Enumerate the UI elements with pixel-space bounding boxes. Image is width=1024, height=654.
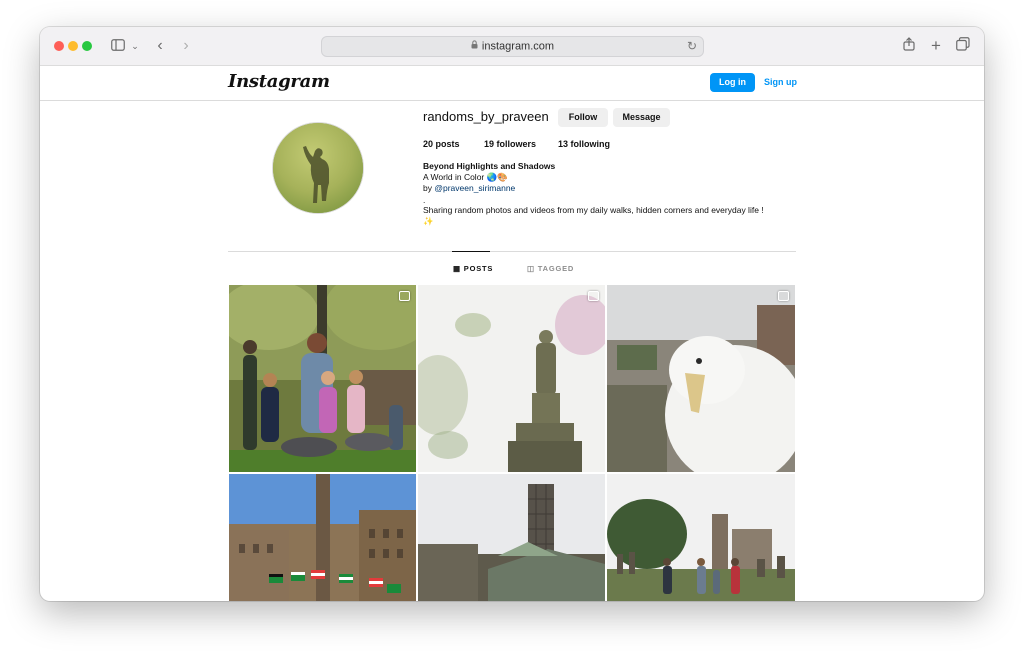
multiple-photos-icon bbox=[399, 291, 410, 301]
bio-line: A World in Color 🌏🎨 bbox=[423, 172, 508, 182]
bio-credit: by @praveen_sirimanne bbox=[423, 183, 516, 193]
post-image bbox=[229, 285, 416, 472]
follow-button[interactable]: Follow bbox=[558, 108, 608, 127]
address-bar[interactable]: instagram.com ↻ bbox=[321, 36, 704, 57]
following-count[interactable]: 13 following bbox=[558, 139, 610, 149]
share-icon[interactable] bbox=[902, 37, 916, 55]
multiple-photos-icon bbox=[778, 291, 789, 301]
lock-icon bbox=[471, 37, 478, 56]
minimize-window-button[interactable] bbox=[68, 41, 78, 51]
reload-icon[interactable]: ↻ bbox=[687, 37, 697, 56]
back-icon[interactable]: ‹ bbox=[153, 37, 167, 55]
post-image bbox=[418, 285, 605, 472]
post-image bbox=[418, 474, 605, 601]
grid-icon: ▦ bbox=[453, 264, 461, 273]
instagram-logo[interactable]: Instagram bbox=[228, 71, 330, 92]
tabs-divider bbox=[228, 251, 796, 252]
tab-overview-icon[interactable] bbox=[955, 37, 971, 55]
avatar-image bbox=[273, 123, 363, 213]
tab-tagged[interactable]: ◫ TAGGED bbox=[527, 264, 574, 273]
new-tab-icon[interactable]: + bbox=[929, 37, 943, 55]
sidebar-toggle-icon[interactable] bbox=[110, 37, 126, 55]
forward-icon[interactable]: › bbox=[179, 37, 193, 55]
login-button[interactable]: Log in bbox=[710, 73, 755, 92]
post-tile[interactable] bbox=[229, 474, 416, 601]
post-tile[interactable] bbox=[607, 474, 795, 601]
browser-window: ⌄ ‹ › instagram.com ↻ + Instagram Log in… bbox=[40, 27, 984, 601]
bio-dot: . bbox=[423, 195, 426, 205]
mention-link[interactable]: @praveen_sirimanne bbox=[434, 183, 515, 193]
posts-count: 20 posts bbox=[423, 139, 460, 149]
browser-toolbar: ⌄ ‹ › instagram.com ↻ + bbox=[40, 27, 984, 66]
post-tile[interactable] bbox=[418, 285, 605, 472]
profile-avatar[interactable] bbox=[272, 122, 364, 214]
tab-posts[interactable]: ▦ POSTS bbox=[453, 264, 493, 273]
instagram-header: Instagram Log in Sign up bbox=[40, 66, 984, 101]
chevron-down-icon[interactable]: ⌄ bbox=[130, 37, 140, 55]
post-image bbox=[607, 285, 795, 472]
address-text: instagram.com bbox=[481, 40, 555, 53]
multiple-photos-icon bbox=[588, 291, 599, 301]
followers-count[interactable]: 19 followers bbox=[484, 139, 536, 149]
post-tile[interactable] bbox=[418, 474, 605, 601]
bio-name: Beyond Highlights and Shadows bbox=[423, 161, 556, 171]
post-image bbox=[229, 474, 416, 601]
bio-description: Sharing random photos and videos from my… bbox=[423, 205, 764, 215]
message-button[interactable]: Message bbox=[613, 108, 670, 127]
signup-link[interactable]: Sign up bbox=[764, 73, 797, 92]
post-image bbox=[607, 474, 795, 601]
sparkle-emoji: ✨ bbox=[423, 216, 434, 226]
active-tab-indicator bbox=[452, 251, 490, 252]
post-tile[interactable] bbox=[607, 285, 795, 472]
zoom-window-button[interactable] bbox=[82, 41, 92, 51]
close-window-button[interactable] bbox=[54, 41, 64, 51]
tag-icon: ◫ bbox=[527, 264, 535, 273]
profile-username: randoms_by_praveen bbox=[423, 109, 549, 124]
post-tile[interactable] bbox=[229, 285, 416, 472]
